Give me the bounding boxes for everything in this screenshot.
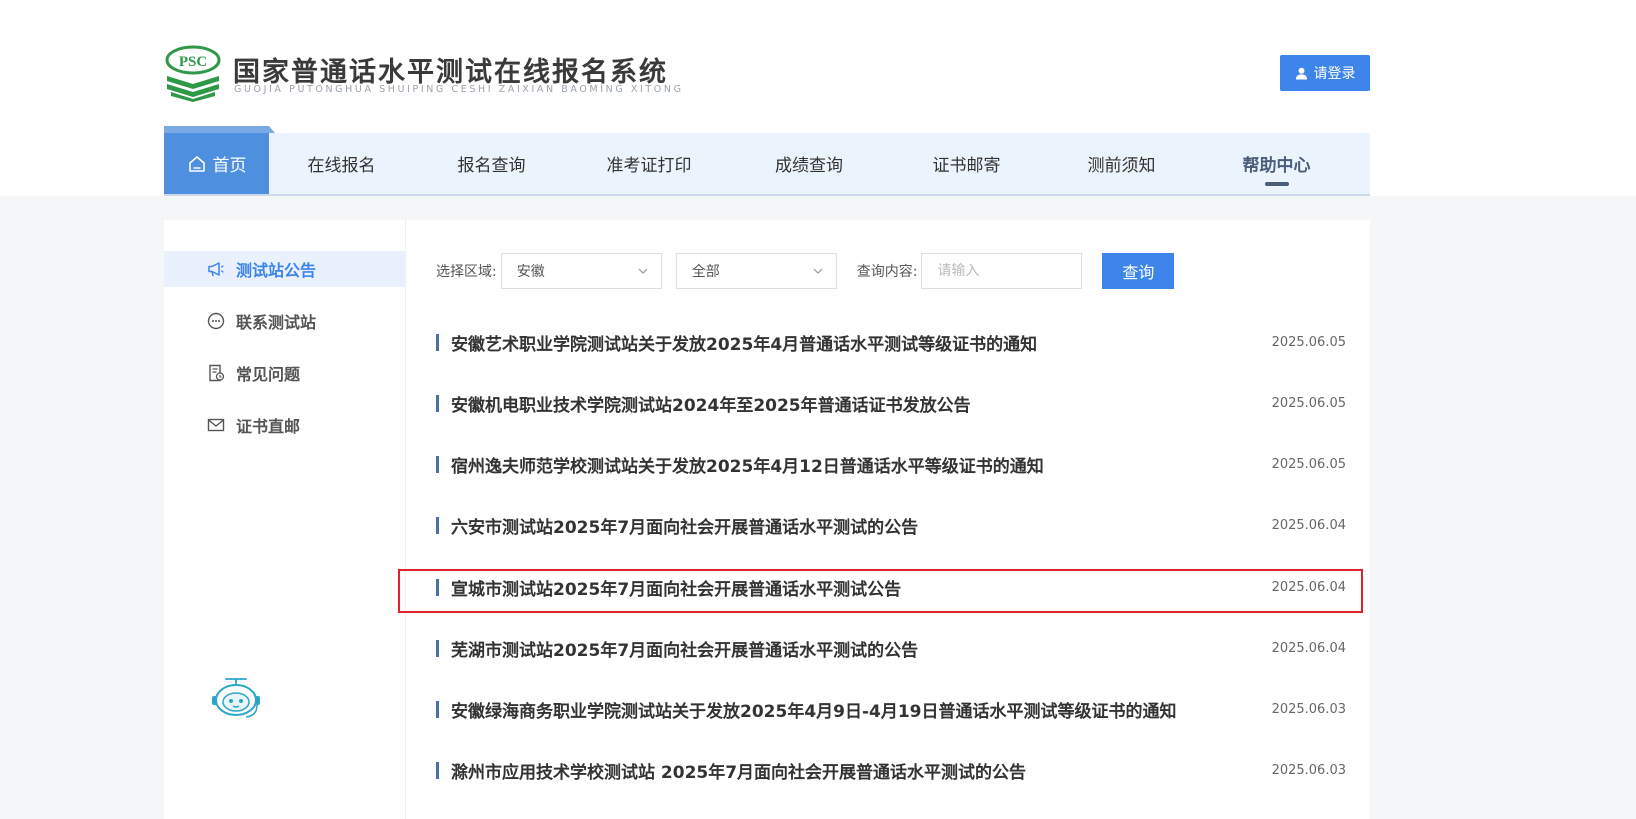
list-item[interactable]: 安徽机电职业技术学院测试站2024年至2025年普通话证书发放公告 2025.0… xyxy=(436,385,1346,421)
list-item[interactable]: 六安市测试站2025年7月面向社会开展普通话水平测试的公告 2025.06.04 xyxy=(436,507,1346,543)
bullet-bar xyxy=(436,578,439,596)
list-item[interactable]: 宿州逸夫师范学校测试站关于发放2025年4月12日普通话水平等级证书的通知 20… xyxy=(436,446,1346,482)
psc-logo-icon: PSC xyxy=(165,45,221,102)
chevron-down-icon xyxy=(638,268,648,274)
faq-icon xyxy=(209,364,225,382)
content-panel: 测试站公告 联系测试站 常见问题 证书直邮 选择区域: 安徽 全部 查询内容: … xyxy=(164,220,1370,819)
bullet-bar xyxy=(436,761,439,779)
notice-title[interactable]: 宿州逸夫师范学校测试站关于发放2025年4月12日普通话水平等级证书的通知 xyxy=(451,452,1272,477)
nav-pre-test-notice[interactable]: 测前须知 xyxy=(1044,133,1199,194)
notice-date: 2025.06.05 xyxy=(1271,456,1346,472)
nav-help-center[interactable]: 帮助中心 xyxy=(1199,133,1354,194)
active-tab-indicator xyxy=(1264,182,1289,186)
nav-home[interactable]: 首页 xyxy=(164,133,269,194)
notice-title[interactable]: 滁州市应用技术学校测试站 2025年7月面向社会开展普通话水平测试的公告 xyxy=(451,758,1272,783)
bullet-bar xyxy=(436,333,439,351)
main-nav: 首页 在线报名 报名查询 准考证打印 成绩查询 证书邮寄 测前须知 帮助中心 xyxy=(164,133,1370,196)
home-icon xyxy=(188,155,205,172)
sidebar-item-certificate-direct-mail[interactable]: 证书直邮 xyxy=(164,407,406,443)
notice-title[interactable]: 安徽机电职业技术学院测试站2024年至2025年普通话证书发放公告 xyxy=(451,391,1272,416)
chevron-down-icon xyxy=(813,268,823,274)
list-item[interactable]: 滁州市应用技术学校测试站 2025年7月面向社会开展普通话水平测试的公告 202… xyxy=(436,752,1346,788)
mail-icon xyxy=(207,418,225,432)
notice-date: 2025.06.03 xyxy=(1271,701,1346,717)
sidebar-item-label: 常见问题 xyxy=(236,365,301,384)
sidebar-item-label: 测试站公告 xyxy=(236,261,317,280)
list-item[interactable]: 安徽艺术职业学院测试站关于发放2025年4月普通话水平测试等级证书的通知 202… xyxy=(436,324,1346,360)
region-label: 选择区域: xyxy=(436,264,497,280)
chat-icon xyxy=(207,312,225,330)
nav-admission-ticket-print[interactable]: 准考证打印 xyxy=(569,133,729,194)
bullet-bar xyxy=(436,516,439,534)
sidebar-item-label: 联系测试站 xyxy=(236,313,317,332)
sidebar-item-label: 证书直邮 xyxy=(236,417,301,436)
query-button[interactable]: 查询 xyxy=(1102,253,1175,289)
nav-registration-query[interactable]: 报名查询 xyxy=(414,133,569,194)
user-icon xyxy=(1295,67,1307,80)
bullet-bar xyxy=(436,394,439,412)
nav-home-label: 首页 xyxy=(212,156,247,176)
nav-help-center-label: 帮助中心 xyxy=(1242,156,1311,176)
megaphone-icon xyxy=(208,262,224,277)
region-select-value: 安徽 xyxy=(516,264,545,280)
query-input[interactable] xyxy=(921,253,1083,289)
bullet-bar xyxy=(436,455,439,473)
notice-date: 2025.06.04 xyxy=(1271,517,1346,533)
notice-date: 2025.06.05 xyxy=(1271,334,1346,350)
notice-date: 2025.06.03 xyxy=(1271,762,1346,778)
nav-score-query[interactable]: 成绩查询 xyxy=(729,133,889,194)
login-button[interactable]: 请登录 xyxy=(1280,55,1370,91)
sidebar-item-station-notices[interactable]: 测试站公告 xyxy=(164,251,406,287)
notice-title[interactable]: 安徽艺术职业学院测试站关于发放2025年4月普通话水平测试等级证书的通知 xyxy=(451,330,1272,355)
notice-date: 2025.06.05 xyxy=(1271,395,1346,411)
query-label: 查询内容: xyxy=(856,264,918,280)
list-item[interactable]: 芜湖市测试站2025年7月面向社会开展普通话水平测试的公告 2025.06.04 xyxy=(436,630,1346,666)
filter-bar: 选择区域: 安徽 全部 查询内容: 查询 xyxy=(436,253,1175,289)
sidebar-item-faq[interactable]: 常见问题 xyxy=(164,355,406,391)
city-select[interactable]: 全部 xyxy=(675,253,837,289)
list-item[interactable]: 安徽绿海商务职业学院测试站关于发放2025年4月9日-4月19日普通话水平测试等… xyxy=(436,691,1346,727)
site-subtitle: GUOJIA PUTONGHUA SHUIPING CESHI ZAIXIAN … xyxy=(234,84,684,95)
nav-online-registration[interactable]: 在线报名 xyxy=(269,133,414,194)
notice-date: 2025.06.04 xyxy=(1271,640,1346,656)
city-select-value: 全部 xyxy=(691,264,720,280)
notice-date: 2025.06.04 xyxy=(1271,579,1346,595)
bullet-bar xyxy=(436,700,439,718)
list-item[interactable]: 宣城市测试站2025年7月面向社会开展普通话水平测试公告 2025.06.04 xyxy=(436,569,1346,605)
notice-title[interactable]: 安徽绿海商务职业学院测试站关于发放2025年4月9日-4月19日普通话水平测试等… xyxy=(451,697,1272,722)
notice-title[interactable]: 宣城市测试站2025年7月面向社会开展普通话水平测试公告 xyxy=(451,575,1272,600)
login-label: 请登录 xyxy=(1313,66,1356,82)
notice-title[interactable]: 六安市测试站2025年7月面向社会开展普通话水平测试的公告 xyxy=(451,513,1272,538)
sidebar-item-contact-station[interactable]: 联系测试站 xyxy=(164,303,406,339)
bullet-bar xyxy=(436,639,439,657)
notice-title[interactable]: 芜湖市测试站2025年7月面向社会开展普通话水平测试的公告 xyxy=(451,636,1272,661)
region-select[interactable]: 安徽 xyxy=(500,253,662,289)
header: PSC 国家普通话水平测试在线报名系统 GUOJIA PUTONGHUA SHU… xyxy=(0,0,1636,196)
sidebar: 测试站公告 联系测试站 常见问题 证书直邮 xyxy=(164,220,406,819)
svg-text:PSC: PSC xyxy=(179,54,207,70)
nav-certificate-mail[interactable]: 证书邮寄 xyxy=(889,133,1044,194)
robot-assistant-icon[interactable] xyxy=(210,676,262,722)
